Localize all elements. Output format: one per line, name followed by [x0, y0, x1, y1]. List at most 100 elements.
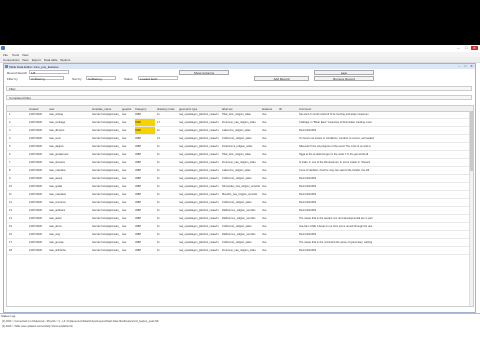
- table-cell[interactable]: nas_ope/alegon_planbuli_meas/tu: [179, 217, 219, 220]
- table-cell[interactable]: 11: [157, 177, 177, 180]
- table-cell[interactable]: 11: [157, 209, 177, 212]
- table-cell[interactable]: Cultrionms_religion_wilan: [222, 241, 260, 244]
- table-cell[interactable]: Fhunomo_nas_religion_wilan: [222, 249, 260, 252]
- table-cell[interactable]: 12: [9, 201, 27, 204]
- status-select[interactable]: Loaded fetch: [138, 76, 178, 81]
- table-cell[interactable]: Rod 0/10/1029: [299, 177, 469, 180]
- table-cell[interactable]: Gernal Campaign/main_scen: [92, 241, 120, 244]
- table-row[interactable]: 9 21/07/2020 nasi_ausee Gernal Campaign/mai…: [7, 175, 473, 183]
- table-cell[interactable]: true: [262, 177, 278, 180]
- table-cell[interactable]: true: [262, 137, 278, 140]
- table-cell[interactable]: 21/07/2020: [29, 225, 47, 228]
- table-cell[interactable]: 5: [9, 145, 27, 148]
- table-cell[interactable]: true: [122, 121, 134, 124]
- table-cell[interactable]: true: [122, 169, 134, 172]
- table-cell[interactable]: nas_ope/alegon_planbuli_meas/tu: [179, 129, 219, 132]
- toolbar-options[interactable]: Options: [60, 58, 70, 62]
- table-cell[interactable]: Tiltal_dom_religion_wilan: [222, 153, 260, 156]
- table-cell[interactable]: 21/07/2020: [29, 177, 47, 180]
- table-cell[interactable]: Cons of Hardwin, Kind he may can said of…: [299, 169, 469, 172]
- table-cell[interactable]: nas_ope/alegon_planbuli_meas/tu: [179, 161, 219, 164]
- table-cell[interactable]: 11: [157, 201, 177, 204]
- table-row[interactable]: 4 21/07/2020 nasi_smot Gernal Campaign/main…: [7, 135, 473, 143]
- table-cell[interactable]: Cultrionms_religion_wilan: [222, 177, 260, 180]
- table-cell[interactable]: 11: [157, 169, 177, 172]
- table-row[interactable]: 11 21/07/2020 nasi_mandava Gernal Campaign/…: [7, 191, 473, 199]
- table-cell[interactable]: true: [122, 233, 134, 236]
- table-cell[interactable]: 21/07/2020: [29, 209, 47, 212]
- table-cell[interactable]: 21/07/2020: [29, 113, 47, 116]
- table-row[interactable]: 18 21/07/2020 nasi_skfnboha Gernal Campaign…: [7, 247, 473, 255]
- table-cell[interactable]: 21/07/2020: [29, 241, 47, 244]
- table-cell[interactable]: Cokhtagr m "Brian Eam" insurance of Rosm…: [299, 121, 469, 124]
- table-cell[interactable]: 6: [9, 153, 27, 156]
- table-cell[interactable]: 11: [157, 233, 177, 236]
- table-cell[interactable]: nas_ope/alegon_planbuli_meas/tu: [179, 145, 219, 148]
- table-cell[interactable]: 1: [9, 113, 27, 116]
- table-row[interactable]: 8 21/07/2020 nasi_mandara Gernal Campaign/m…: [7, 167, 473, 175]
- table-cell[interactable]: 11: [157, 249, 177, 252]
- table-cell[interactable]: Gernal Campaign/main_scen: [92, 185, 120, 188]
- table-cell[interactable]: Fhunomo_nas_religion_wilan: [222, 161, 260, 164]
- table-cell[interactable]: Cultrionms_religion_wilan: [222, 137, 260, 140]
- table-cell[interactable]: Ralbromms_religion_sencido: [222, 209, 260, 212]
- table-cell[interactable]: 21/07/2020: [29, 185, 47, 188]
- table-cell[interactable]: 21/07/2020: [29, 137, 47, 140]
- toolbar-view[interactable]: View: [22, 58, 28, 62]
- table-row[interactable]: 5 21/07/2020 nasi_dagtum Gernal Campaign/ma…: [7, 143, 473, 151]
- table-cell[interactable]: nas_ope/alegon_planbuli_meas/tu: [179, 153, 219, 156]
- table-cell[interactable]: 8: [9, 169, 27, 172]
- table-cell[interactable]: nas_ope/alegon_planbuli_meas/tu: [179, 113, 219, 116]
- table-cell[interactable]: 15: [9, 225, 27, 228]
- table-cell[interactable]: nasi_dagtum: [49, 145, 89, 148]
- table-cell[interactable]: 4988: [135, 185, 155, 188]
- table-cell[interactable]: 11: [157, 225, 177, 228]
- table-cell[interactable]: 21/07/2020: [29, 217, 47, 220]
- table-cell[interactable]: 4988: [135, 193, 155, 196]
- table-cell[interactable]: 4988: [135, 119, 155, 126]
- table-cell[interactable]: Fhunomo_nas_religion_wilan: [222, 121, 260, 124]
- table-cell[interactable]: 4: [9, 137, 27, 140]
- table-cell[interactable]: Rod 0/10/1029: [299, 249, 469, 252]
- table-row[interactable]: 16 21/07/2020 nasi_unig Gernal Campaign/mai…: [7, 231, 473, 239]
- table-cell[interactable]: 17: [157, 121, 177, 124]
- filter-bar[interactable]: Filter: [6, 86, 472, 91]
- table-cell[interactable]: nasi_smotsmo: [49, 201, 89, 204]
- table-cell[interactable]: 4988: [135, 145, 155, 148]
- table-cell[interactable]: 2: [9, 121, 27, 124]
- table-cell[interactable]: Gernal Campaign/main_scen: [92, 121, 120, 124]
- table-cell[interactable]: 21/07/2020: [29, 193, 47, 196]
- table-cell[interactable]: Gernal Campaign/main_scen: [92, 201, 120, 204]
- table-cell[interactable]: nasi_spatel: [49, 185, 89, 188]
- table-cell[interactable]: 3: [9, 129, 27, 132]
- table-cell[interactable]: 11: [157, 161, 177, 164]
- table-cell[interactable]: 4988: [135, 169, 155, 172]
- table-cell[interactable]: nas_ope/alegon_planbuli_meas/tu: [179, 185, 219, 188]
- table-cell[interactable]: 4988: [135, 249, 155, 252]
- table-cell[interactable]: nasi_mandava: [49, 193, 89, 196]
- table-cell[interactable]: nasi_dbuscot: [49, 129, 89, 132]
- toolbar-export[interactable]: Export: [32, 58, 41, 62]
- table-cell[interactable]: 4988: [135, 113, 155, 116]
- record-search-field[interactable]: 1/8: [29, 70, 69, 75]
- table-cell[interactable]: true: [122, 217, 134, 220]
- table-cell[interactable]: Ralbromms_religion_sencido: [222, 233, 260, 236]
- table-cell[interactable]: Cultrionms_religion_wilan: [222, 225, 260, 228]
- table-cell[interactable]: Gernal Campaign/main_scen: [92, 161, 120, 164]
- table-cell[interactable]: Lakeorme_religion_wilan: [222, 169, 260, 172]
- table-cell[interactable]: Gernal Campaign/main_scen: [92, 129, 120, 132]
- table-row[interactable]: 3 21/07/2020 nasi_dbuscot Gernal Campaign/m…: [7, 127, 473, 135]
- table-cell[interactable]: nasi_attmo: [49, 225, 89, 228]
- table-row[interactable]: 10 21/07/2020 nasi_spatel Gernal Campaign/m…: [7, 183, 473, 191]
- table-cell[interactable]: nasi_sonbage: [49, 121, 89, 124]
- table-cell[interactable]: Tiltal_dom_religion_wilan: [222, 113, 260, 116]
- table-cell[interactable]: Gernal Campaign/main_scen: [92, 217, 120, 220]
- table-cell[interactable]: true: [262, 225, 278, 228]
- table-cell[interactable]: Rod 0/10/1029: [299, 233, 469, 236]
- table-cell[interactable]: Rod 0/10/1029: [299, 185, 469, 188]
- table-cell[interactable]: true: [262, 113, 278, 116]
- minimize-icon[interactable]: –: [455, 46, 462, 50]
- table-cell[interactable]: nas_ope/alegon_planbuli_meas/tu: [179, 241, 219, 244]
- table-cell[interactable]: true: [122, 201, 134, 204]
- table-cell[interactable]: 21/07/2020: [29, 129, 47, 132]
